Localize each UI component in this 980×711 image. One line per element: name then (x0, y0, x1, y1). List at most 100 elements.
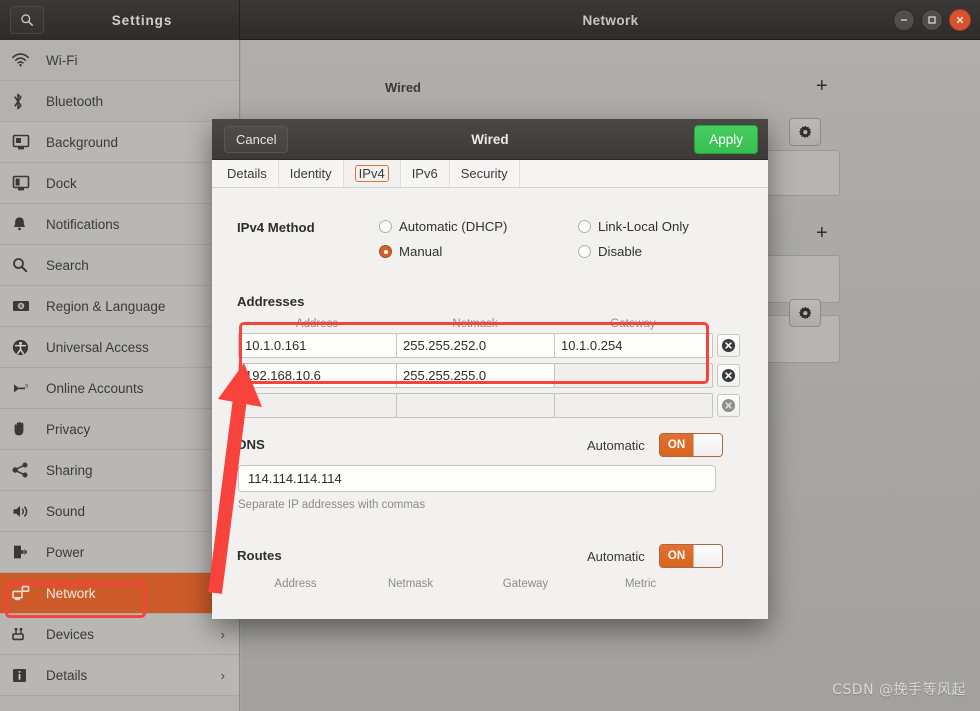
online-accounts-icon: s (12, 378, 38, 398)
radio-automatic-dhcp[interactable]: Automatic (DHCP) (379, 219, 507, 234)
dns-toggle-state: ON (660, 434, 693, 456)
routes-toggle-knob (693, 545, 722, 567)
tab-details[interactable]: Details (216, 160, 279, 187)
wired-settings-dialog: Wired Cancel Apply Details Identity IPv4… (212, 119, 768, 619)
dns-servers-input[interactable]: 114.114.114.114 (238, 465, 716, 492)
radio-label: Manual (399, 244, 442, 259)
routes-column-header-gateway: Gateway (468, 578, 583, 590)
svg-text:s: s (25, 382, 29, 389)
routes-toggle-state: ON (660, 545, 693, 567)
dialog-body: IPv4 Method Automatic (DHCP) Manual Link… (212, 188, 768, 619)
region-language-icon (12, 296, 38, 316)
netmask-input-row1[interactable]: 255.255.252.0 (396, 333, 555, 358)
sidebar-item-wi-fi[interactable]: Wi-Fi (0, 40, 239, 81)
tab-ipv6[interactable]: IPv6 (401, 160, 450, 187)
sidebar-item-details[interactable]: Details › (0, 655, 239, 696)
address-input-row3[interactable] (238, 393, 397, 418)
routes-column-header-metric: Metric (583, 578, 698, 590)
universal-access-icon (12, 337, 38, 357)
radio-indicator (379, 220, 392, 233)
radio-link-local-only[interactable]: Link-Local Only (578, 219, 689, 234)
search-icon (20, 13, 34, 27)
delete-address-row2-button[interactable] (717, 364, 740, 387)
netmask-input-row2[interactable]: 255.255.255.0 (396, 363, 555, 388)
sidebar-item-label: Power (46, 545, 239, 560)
gateway-input-row3[interactable] (554, 393, 713, 418)
bluetooth-icon (12, 91, 38, 111)
radio-indicator (578, 220, 591, 233)
column-header-netmask: Netmask (396, 318, 554, 330)
chevron-right-icon: › (221, 668, 225, 683)
sidebar-item-dock[interactable]: Dock (0, 163, 239, 204)
dns-automatic-toggle[interactable]: ON (659, 433, 723, 457)
sidebar-item-network[interactable]: Network (0, 573, 239, 614)
screen: Settings Network (0, 0, 980, 711)
connection-settings-button[interactable] (789, 299, 821, 327)
window-titlebar: Settings Network (0, 0, 980, 40)
netmask-input-row3[interactable] (396, 393, 555, 418)
sidebar-item-universal-access[interactable]: Universal Access (0, 327, 239, 368)
connection-settings-button-top[interactable] (789, 118, 821, 146)
gateway-input-row1[interactable]: 10.1.0.254 (554, 333, 713, 358)
table-row: 10.1.0.161 255.255.252.0 10.1.0.254 (238, 333, 740, 358)
tab-identity[interactable]: Identity (279, 160, 344, 187)
routes-automatic-toggle[interactable]: ON (659, 544, 723, 568)
sidebar-item-background[interactable]: Background (0, 122, 239, 163)
close-button[interactable] (949, 9, 971, 31)
sidebar-item-label: Notifications (46, 217, 239, 232)
tab-label: Security (461, 166, 508, 181)
sidebar-item-label: Sound (46, 504, 239, 519)
search-button[interactable] (10, 6, 44, 34)
delete-address-row3-button[interactable] (717, 394, 740, 417)
cancel-button[interactable]: Cancel (224, 126, 288, 153)
sharing-icon (12, 460, 38, 480)
address-input-row2[interactable]: 192.168.10.6 (238, 363, 397, 388)
details-icon (12, 665, 38, 685)
sidebar-item-search[interactable]: Search (0, 245, 239, 286)
sidebar-item-notifications[interactable]: Notifications (0, 204, 239, 245)
dialog-tabs: Details Identity IPv4 IPv6 Security (212, 160, 768, 188)
tab-ipv4[interactable]: IPv4 (344, 160, 401, 187)
delete-address-row1-button[interactable] (717, 334, 740, 357)
minimize-button[interactable] (893, 9, 915, 31)
delete-circle-icon (721, 338, 736, 353)
radio-manual[interactable]: Manual (379, 244, 442, 259)
gateway-input-row2[interactable] (554, 363, 713, 388)
radio-label: Link-Local Only (598, 219, 689, 234)
tab-label: IPv4 (355, 165, 389, 182)
sidebar-item-online-accounts[interactable]: s Online Accounts (0, 368, 239, 409)
radio-disable[interactable]: Disable (578, 244, 642, 259)
sidebar-item-privacy[interactable]: Privacy (0, 409, 239, 450)
window-controls (893, 9, 971, 31)
sidebar-item-power[interactable]: Power (0, 532, 239, 573)
sidebar-item-devices[interactable]: Devices › (0, 614, 239, 655)
maximize-button[interactable] (921, 9, 943, 31)
sidebar-item-label: Universal Access (46, 340, 239, 355)
tab-label: Details (227, 166, 267, 181)
add-connection-button-2[interactable]: + (816, 223, 828, 243)
sidebar-item-sharing[interactable]: Sharing (0, 450, 239, 491)
sidebar-item-label: Background (46, 135, 239, 150)
close-icon (955, 15, 965, 25)
dns-hint: Separate IP addresses with commas (238, 499, 425, 511)
table-row: 192.168.10.6 255.255.255.0 (238, 363, 740, 388)
sidebar-item-label: Devices (46, 627, 221, 642)
sidebar-item-label: Network (46, 586, 239, 601)
dialog-header: Wired Cancel Apply (212, 119, 768, 160)
dns-automatic-label: Automatic (587, 438, 645, 453)
apply-button[interactable]: Apply (694, 125, 758, 154)
routes-column-header-netmask: Netmask (353, 578, 468, 590)
chevron-right-icon: › (221, 627, 225, 642)
add-connection-button[interactable]: + (816, 76, 828, 96)
routes-automatic-label: Automatic (587, 549, 645, 564)
address-input-row1[interactable]: 10.1.0.161 (238, 333, 397, 358)
sidebar-item-bluetooth[interactable]: Bluetooth (0, 81, 239, 122)
sidebar-item-sound[interactable]: Sound (0, 491, 239, 532)
sidebar-item-label: Search (46, 258, 239, 273)
sidebar-item-region-language[interactable]: Region & Language (0, 286, 239, 327)
wifi-icon (12, 50, 38, 70)
delete-circle-icon (721, 398, 736, 413)
background-icon (12, 132, 38, 152)
tab-security[interactable]: Security (450, 160, 520, 187)
devices-icon (12, 624, 38, 644)
